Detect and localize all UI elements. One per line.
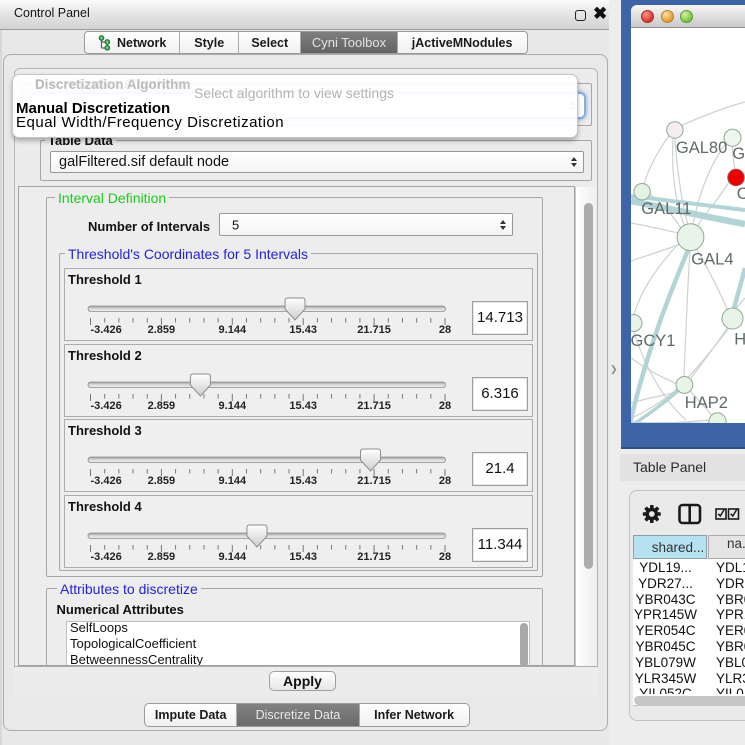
svg-text:HAP2: HAP2: [685, 394, 728, 412]
svg-text:GCY1: GCY1: [631, 332, 675, 350]
svg-text:H: H: [734, 331, 745, 349]
svg-text:C: C: [737, 185, 745, 203]
svg-text:GA: GA: [732, 145, 745, 163]
svg-text:GAL4: GAL4: [691, 251, 733, 269]
svg-text:GAL80: GAL80: [676, 139, 727, 157]
svg-text:GAL11: GAL11: [641, 200, 691, 218]
